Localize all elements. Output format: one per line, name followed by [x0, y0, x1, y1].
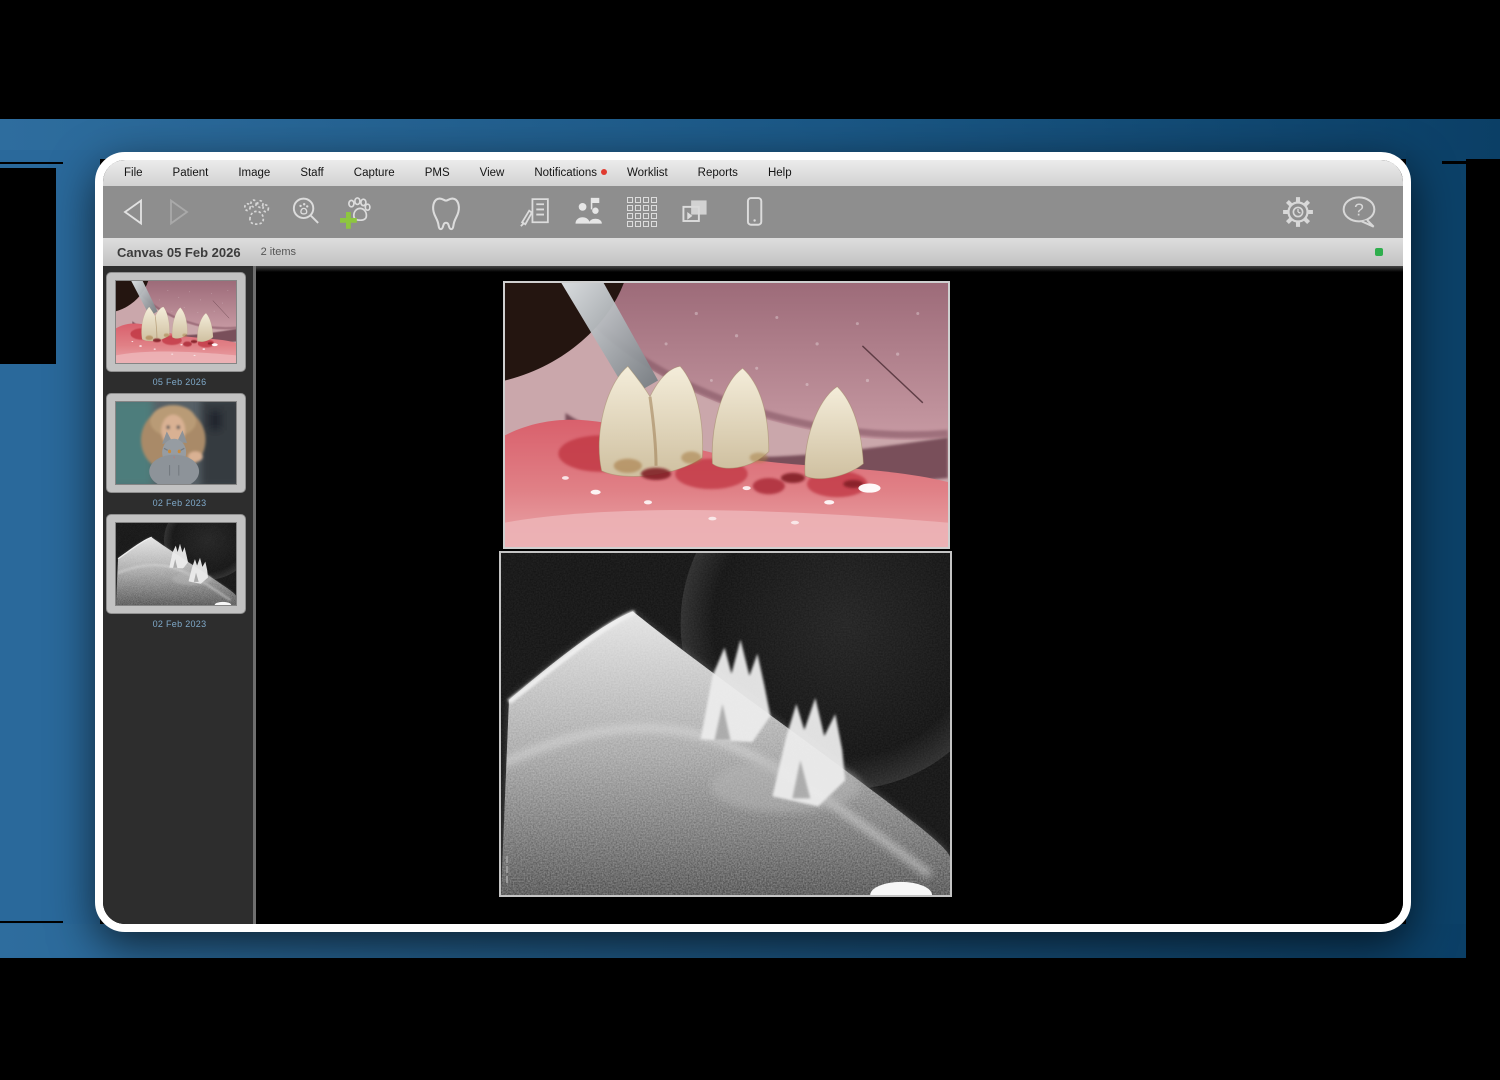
copy-images-icon[interactable] — [677, 194, 713, 230]
thumbnail-xray-image — [115, 522, 237, 606]
canvas-item-count: 2 items — [261, 246, 296, 258]
settings-gear-icon[interactable] — [1279, 193, 1317, 231]
canvas-top-shadow — [256, 266, 1403, 272]
menu-worklist[interactable]: Worklist — [612, 167, 683, 179]
add-patient-icon[interactable] — [337, 194, 373, 230]
menu-capture[interactable]: Capture — [339, 167, 410, 179]
desktop-frame-line — [0, 162, 63, 164]
toolbar: ? — [103, 186, 1403, 238]
thumbnail-sidebar: 05 Feb 2026 02 Feb 2023 02 Feb 2023 — [103, 266, 253, 924]
canvas-title: Canvas 05 Feb 2026 — [117, 245, 241, 260]
menu-patient[interactable]: Patient — [158, 167, 224, 179]
desktop-frame-notch — [0, 168, 56, 364]
thumbnail-patient-photo-image — [115, 401, 237, 485]
canvas-image-xray[interactable] — [499, 551, 952, 897]
staff-icon[interactable] — [571, 194, 607, 230]
tooth-chart-icon[interactable] — [427, 193, 465, 231]
back-icon[interactable] — [117, 196, 149, 228]
menu-view[interactable]: View — [465, 167, 520, 179]
notification-badge — [601, 169, 607, 175]
thumbnail-caption: 05 Feb 2026 — [106, 372, 253, 393]
menu-staff[interactable]: Staff — [285, 167, 338, 179]
thumbnail-caption: 02 Feb 2023 — [106, 614, 253, 635]
content-area: 05 Feb 2026 02 Feb 2023 02 Feb 2023 — [103, 266, 1403, 924]
mobile-icon[interactable] — [737, 195, 771, 229]
menu-reports[interactable]: Reports — [683, 167, 753, 179]
help-icon[interactable]: ? — [1339, 193, 1379, 231]
menu-bar: File Patient Image Staff Capture PMS Vie… — [103, 160, 1403, 186]
search-patient-icon[interactable] — [289, 195, 323, 229]
thumbnail-xray[interactable] — [106, 514, 246, 614]
patient-paw-icon[interactable] — [239, 195, 273, 229]
thumbnail-dental-photo-image — [115, 280, 237, 364]
desktop-frame-right — [1406, 150, 1466, 958]
template-grid-icon[interactable] — [627, 197, 657, 227]
menu-help[interactable]: Help — [753, 167, 807, 179]
canvas-image-dental-photo[interactable] — [503, 281, 950, 549]
thumbnail-caption: 02 Feb 2023 — [106, 493, 253, 514]
thumbnail-patient-photo[interactable] — [106, 393, 246, 493]
menu-image[interactable]: Image — [223, 167, 285, 179]
desktop: { "menu": { "items": [ {"label":"File"},… — [0, 0, 1500, 1080]
menu-file[interactable]: File — [109, 167, 158, 179]
forward-icon[interactable] — [163, 196, 195, 228]
menu-notifications[interactable]: Notifications — [519, 167, 612, 179]
desktop-frame-line — [0, 921, 63, 923]
xray-film-label — [506, 856, 508, 883]
app-window: File Patient Image Staff Capture PMS Vie… — [95, 152, 1411, 932]
desktop-frame-line — [1442, 161, 1500, 164]
canvas-header: Canvas 05 Feb 2026 2 items — [103, 238, 1403, 266]
treatment-report-icon[interactable] — [517, 194, 553, 230]
thumbnail-dental-photo[interactable] — [106, 272, 246, 372]
status-dot-green — [1375, 248, 1383, 256]
svg-text:?: ? — [1354, 199, 1364, 219]
menu-pms[interactable]: PMS — [410, 167, 465, 179]
canvas-viewport[interactable] — [256, 266, 1403, 924]
